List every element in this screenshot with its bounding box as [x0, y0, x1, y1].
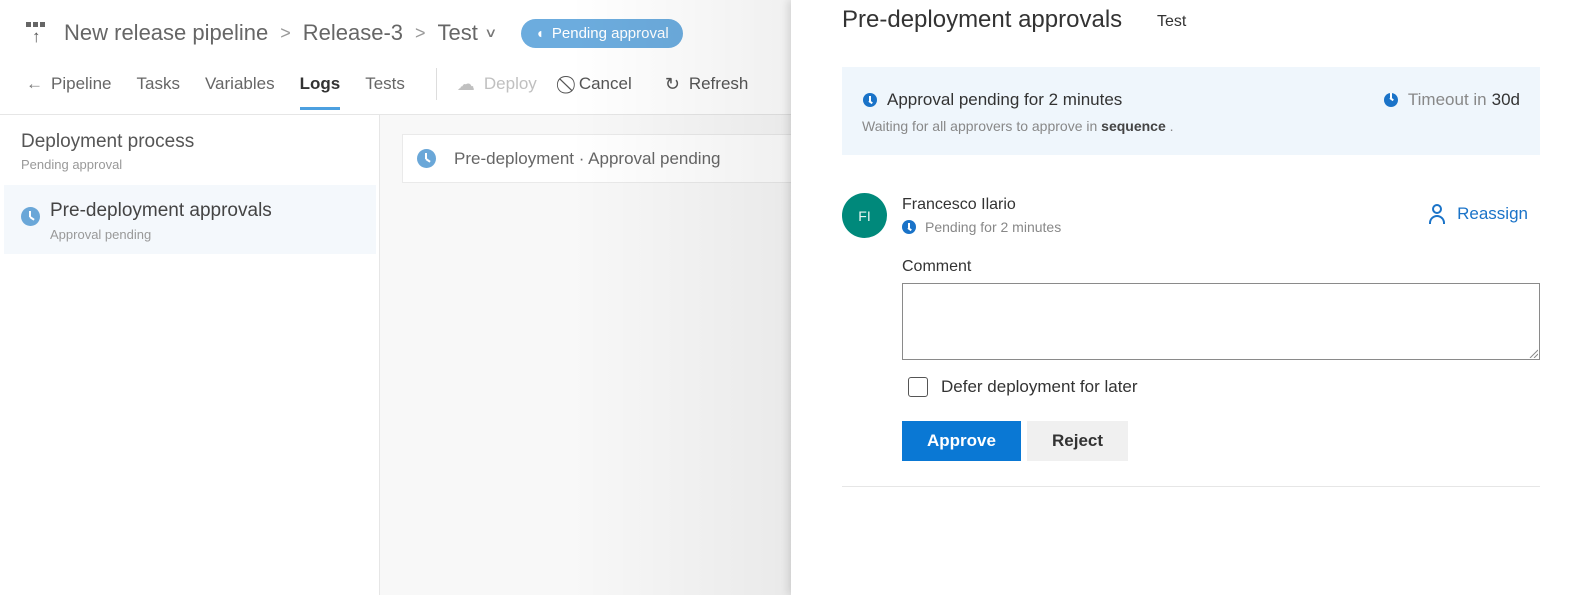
panel-environment: Test [1157, 13, 1187, 30]
status-badge-label: Pending approval [551, 24, 669, 42]
sequence-text-bold: sequence [1101, 118, 1166, 134]
pending-clock-icon [21, 207, 40, 226]
breadcrumb-environment[interactable]: Test [438, 20, 478, 46]
resize-grip-icon[interactable] [1529, 349, 1538, 358]
panel-title: Pre-deployment approvals [842, 6, 1123, 33]
status-badge: ◖ Pending approval [521, 18, 683, 48]
approver-status-text: Pending for 2 minutes [925, 219, 1062, 235]
tab-label: Pipeline [51, 74, 112, 93]
defer-label: Defer deployment for later [941, 377, 1138, 396]
clock-icon [1383, 93, 1398, 107]
pipeline-icon: ↑ [26, 19, 50, 47]
tab-logs[interactable]: Logs [299, 68, 341, 112]
breadcrumb-pipeline[interactable]: New release pipeline [64, 20, 268, 46]
refresh-label: Refresh [688, 74, 749, 93]
sidebar-item-pre-deployment-approvals[interactable]: Pre-deployment approvals Approval pendin… [4, 185, 376, 254]
chevron-down-icon[interactable]: ∨ [484, 25, 497, 41]
sequence-text-prefix: Waiting for all approvers to approve in [862, 118, 1098, 134]
approver-name: Francesco Ilario [902, 196, 1016, 213]
tab-variables[interactable]: Variables [205, 68, 275, 112]
tab-label: Variables [204, 74, 275, 93]
pending-clock-icon [417, 149, 436, 168]
tab-pipeline[interactable]: ← Pipeline [26, 68, 112, 112]
cloud-icon: ☁ [456, 74, 475, 94]
timeout-label: Timeout in [1407, 90, 1487, 109]
panel-divider [842, 486, 1540, 487]
approval-panel: Pre-deployment approvals Test Approval p… [791, 0, 1575, 595]
defer-deployment-option[interactable]: Defer deployment for later [908, 377, 1138, 397]
hourglass-icon: ◖ [535, 25, 544, 41]
deployment-sidebar: Deployment process Pending approval Pre-… [0, 115, 380, 595]
refresh-button[interactable]: ↻ Refresh [665, 68, 749, 95]
refresh-icon: ↻ [664, 74, 680, 94]
tab-tests[interactable]: Tests [365, 68, 405, 112]
approval-pending-text: Approval pending for 2 minutes [887, 90, 1123, 109]
reassign-label: Reassign [1457, 204, 1528, 223]
back-arrow-icon: ← [26, 74, 43, 93]
reassign-button[interactable]: Reassign [1429, 204, 1528, 224]
stage-card-text: Pre-deployment · Approval pending [454, 148, 721, 168]
approval-sequence-text: Waiting for all approvers to approve in … [862, 118, 1174, 134]
tab-label: Logs [299, 74, 341, 93]
cancel-button[interactable]: ⃠ Cancel [570, 68, 632, 95]
avatar: FI [842, 193, 887, 238]
cancel-label: Cancel [578, 74, 632, 93]
timeout-value: 30d [1491, 90, 1520, 109]
breadcrumb: ↑ New release pipeline > Release-3 > Tes… [26, 16, 683, 50]
breadcrumb-separator-icon: > [415, 22, 426, 43]
breadcrumb-release[interactable]: Release-3 [303, 20, 403, 46]
clock-icon [863, 93, 877, 107]
tab-label: Tests [365, 74, 405, 93]
sidebar-item-label: Pre-deployment approvals [50, 200, 272, 221]
defer-checkbox[interactable] [908, 377, 928, 397]
stage-card[interactable]: Pre-deployment · Approval pending [402, 134, 802, 183]
log-content: Pre-deployment · Approval pending [380, 115, 802, 595]
comment-label: Comment [902, 258, 972, 275]
approver-status: Pending for 2 minutes [902, 219, 1061, 235]
approval-info-box: Approval pending for 2 minutes Waiting f… [842, 67, 1540, 155]
sequence-text-suffix: . [1169, 118, 1174, 134]
timeout-indicator: Timeout in 30d [1383, 90, 1520, 110]
deploy-button[interactable]: ☁ Deploy [457, 68, 537, 95]
sidebar-subtitle: Pending approval [21, 157, 123, 172]
person-icon [1429, 204, 1446, 224]
tab-label: Tasks [136, 74, 180, 93]
approve-button[interactable]: Approve [902, 421, 1021, 461]
toolbar-divider [435, 68, 437, 100]
comment-field[interactable] [902, 283, 1540, 360]
release-view: ↑ New release pipeline > Release-3 > Tes… [0, 0, 802, 595]
clock-icon [902, 220, 916, 234]
sidebar-item-status: Approval pending [50, 227, 152, 242]
breadcrumb-separator-icon: > [280, 22, 291, 43]
sidebar-title: Deployment process [21, 131, 195, 152]
deploy-label: Deploy [483, 74, 537, 93]
reject-button[interactable]: Reject [1027, 421, 1128, 461]
tab-bar: ← Pipeline Tasks Variables Logs Tests ☁ … [26, 68, 781, 114]
tab-tasks[interactable]: Tasks [137, 68, 180, 112]
